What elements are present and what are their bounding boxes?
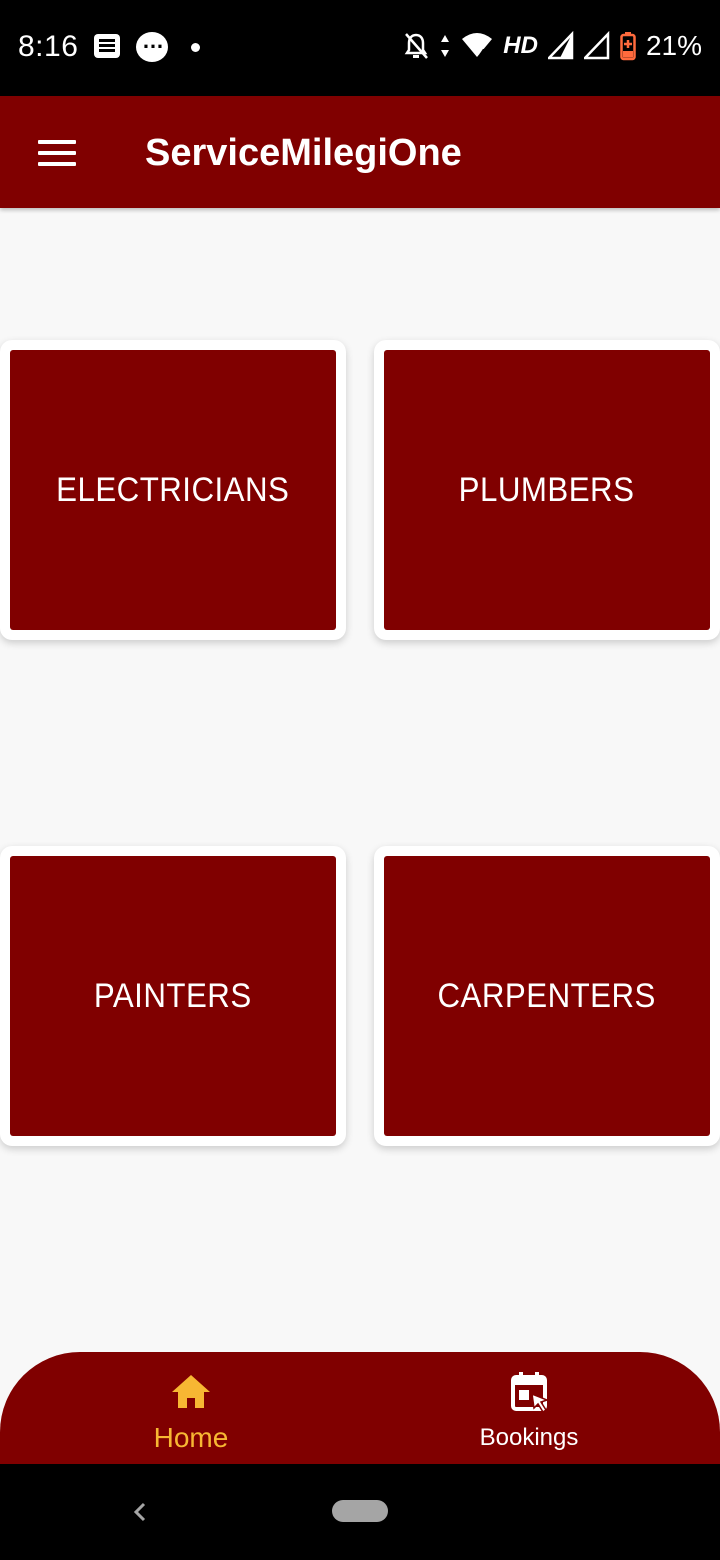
service-card-body[interactable]: PLUMBERS (384, 350, 710, 630)
service-card-body[interactable]: CARPENTERS (384, 856, 710, 1136)
chat-bubble-icon (136, 28, 168, 62)
calendar-booking-icon (511, 1372, 550, 1414)
app-bar: ServiceMilegiOne (0, 96, 720, 208)
status-indicators: 4 HD 21% (403, 30, 702, 62)
system-navigation-bar (0, 1464, 720, 1560)
status-time: 8:16 (18, 30, 79, 63)
signal-icon (583, 31, 610, 60)
home-icon (172, 1375, 210, 1408)
service-card-carpenters[interactable]: CARPENTERS (374, 846, 720, 1146)
nav-label-bookings: Bookings (479, 1424, 579, 1451)
network-type-label: HD (503, 32, 538, 59)
back-icon[interactable] (126, 1494, 156, 1530)
svg-text:4: 4 (479, 47, 486, 60)
service-card-body[interactable]: ELECTRICIANS (10, 350, 336, 630)
nav-label-home: Home (153, 1422, 229, 1453)
data-arrows-icon (441, 35, 450, 57)
wifi-icon: 4 (462, 33, 493, 60)
nav-item-home[interactable]: Home (91, 1352, 291, 1464)
service-card-painters[interactable]: PAINTERS (0, 846, 346, 1146)
notifications-off-icon (404, 33, 429, 59)
nav-item-bookings[interactable]: Bookings (429, 1352, 629, 1464)
hamburger-menu-icon[interactable] (38, 140, 76, 166)
service-card-plumbers[interactable]: PLUMBERS (374, 340, 720, 640)
bottom-navigation: Home Bookings (0, 1352, 720, 1464)
service-label: PAINTERS (94, 976, 252, 1015)
home-pill-button[interactable] (332, 1500, 388, 1522)
battery-percent: 21% (645, 30, 702, 61)
service-label: PLUMBERS (459, 470, 635, 509)
notification-dot-icon (191, 43, 200, 52)
app-title: ServiceMilegiOne (145, 132, 462, 174)
message-icon (94, 34, 120, 58)
service-label: ELECTRICIANS (56, 470, 290, 509)
battery-charging-icon (620, 32, 636, 61)
service-card-body[interactable]: PAINTERS (10, 856, 336, 1136)
service-label: CARPENTERS (437, 976, 657, 1015)
service-card-electricians[interactable]: ELECTRICIANS (0, 340, 346, 640)
status-bar: 8:16 4 HD 21% (0, 0, 720, 96)
signal-icon (547, 31, 574, 60)
